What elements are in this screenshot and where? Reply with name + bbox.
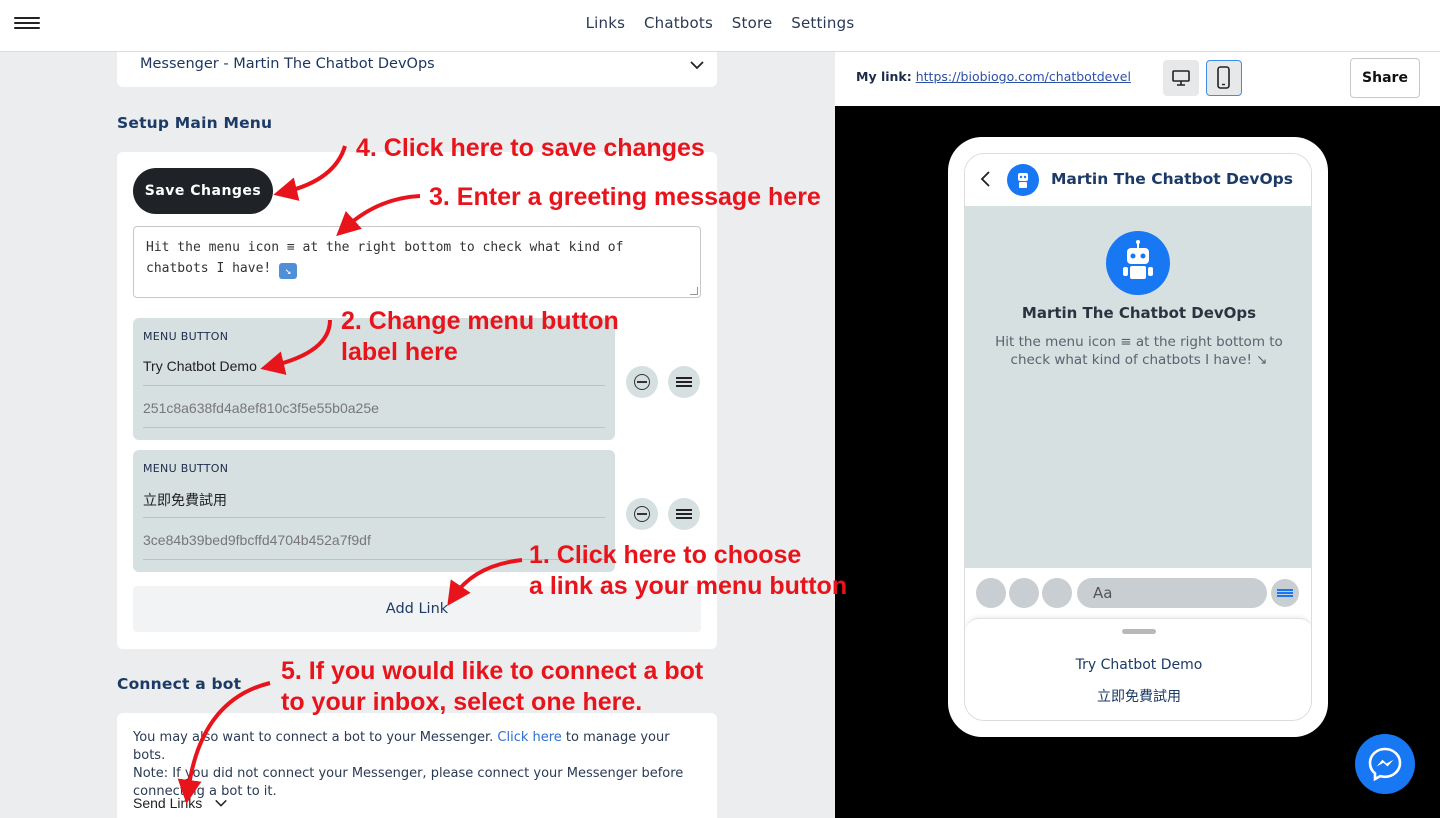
nav-links[interactable]: Links [586, 14, 626, 32]
annotation-step5: 5. If you would like to connect a bot to… [281, 656, 703, 718]
my-link-url[interactable]: https://biobiogo.com/chatbotdevel [916, 69, 1131, 84]
menu-button-id-input[interactable]: 251c8a638fd4a8ef810c3f5e55b0a25e [143, 400, 605, 428]
greeting-text: Hit the menu icon ≡ at the right bottom … [146, 240, 624, 276]
bot-select[interactable]: Send Links [133, 795, 228, 811]
composer-action-icon[interactable] [1042, 578, 1072, 608]
messenger-preview: Martin The Chatbot DevOps Martin The Cha… [964, 153, 1312, 721]
annotation-step5-line2: to your inbox, select one here. [281, 688, 643, 716]
manage-bots-link[interactable]: Click here [497, 730, 561, 745]
annotation-step3: 3. Enter a greeting message here [429, 183, 821, 211]
messenger-chat-button[interactable] [1355, 734, 1415, 794]
annotation-step1: 1. Click here to choose a link as your m… [529, 540, 847, 602]
my-link-label: My link: [856, 69, 912, 84]
preview-area: Martin The Chatbot DevOps Martin The Cha… [835, 106, 1440, 818]
annotation-step2: 2. Change menu button label here [341, 306, 619, 368]
menu-button-label: MENU BUTTON [143, 462, 229, 475]
message-input[interactable]: Aa [1077, 578, 1267, 608]
connect-bot-title: Connect a bot [117, 675, 242, 693]
menu-drawer: Try Chatbot Demo 立即免費試用 [965, 618, 1311, 720]
connect-bot-card: You may also want to connect a bot to yo… [117, 713, 717, 818]
annotation-step1-line1: 1. Click here to choose [529, 541, 802, 569]
chat-body: Martin The Chatbot DevOps Hit the menu i… [965, 206, 1311, 568]
chevron-down-icon [215, 799, 227, 807]
connect-bot-description: You may also want to connect a bot to yo… [133, 729, 703, 801]
drawer-item[interactable]: 立即免費試用 [965, 686, 1311, 706]
nav-store[interactable]: Store [732, 14, 773, 32]
drag-handle-icon[interactable] [668, 366, 700, 398]
phone-frame: Martin The Chatbot DevOps Martin The Cha… [948, 137, 1328, 737]
bot-name: Martin The Chatbot DevOps [1021, 304, 1257, 322]
chat-header: Martin The Chatbot DevOps [965, 154, 1311, 206]
messenger-icon [1368, 747, 1402, 782]
remove-button-icon[interactable] [626, 498, 658, 530]
nav-chatbots[interactable]: Chatbots [644, 14, 713, 32]
bot-avatar [1007, 164, 1039, 196]
bot-select-value: Send Links [133, 795, 203, 811]
preview-header: My link: https://biobiogo.com/chatbotdeve… [835, 52, 1440, 106]
chat-title: Martin The Chatbot DevOps [1051, 170, 1294, 188]
drawer-item[interactable]: Try Chatbot Demo [965, 657, 1311, 673]
persistent-menu-icon[interactable] [1271, 579, 1299, 607]
nav-settings[interactable]: Settings [791, 14, 854, 32]
desktop-icon [1172, 70, 1190, 86]
my-link: My link: https://biobiogo.com/chatbotdeve… [856, 69, 1131, 84]
composer-action-icon[interactable] [1009, 578, 1039, 608]
composer-action-icon[interactable] [976, 578, 1006, 608]
mobile-view-button[interactable] [1206, 60, 1242, 96]
bot-greeting: Hit the menu icon ≡ at the right bottom … [995, 334, 1283, 368]
greeting-textarea[interactable]: Hit the menu icon ≡ at the right bottom … [133, 226, 701, 298]
robot-icon [1018, 173, 1028, 188]
share-button[interactable]: Share [1350, 58, 1420, 98]
annotation-step2-line1: 2. Change menu button [341, 307, 619, 335]
resize-grip-icon[interactable] [690, 287, 698, 295]
drawer-handle[interactable] [1122, 629, 1156, 634]
robot-icon [1123, 240, 1153, 279]
menu-button-label: MENU BUTTON [143, 330, 229, 343]
top-bar: Links Chatbots Store Settings [0, 0, 1440, 52]
arrow-down-right-icon: ↘ [279, 263, 298, 279]
main-nav: Links Chatbots Store Settings [0, 14, 1440, 32]
setup-main-menu-title: Setup Main Menu [117, 114, 273, 132]
back-icon[interactable] [979, 170, 991, 188]
annotation-step1-line2: a link as your menu button [529, 572, 848, 600]
save-changes-button[interactable]: Save Changes [133, 168, 273, 214]
messenger-select[interactable]: Messenger - Martin The Chatbot DevOps [117, 52, 717, 87]
messenger-select-value: Messenger - Martin The Chatbot DevOps [140, 56, 435, 72]
menu-button-title-input[interactable]: 立即免費試用 [143, 490, 605, 518]
connect-text-before: You may also want to connect a bot to yo… [133, 730, 498, 745]
annotation-step5-line1: 5. If you would like to connect a bot [281, 657, 704, 685]
drag-handle-icon[interactable] [668, 498, 700, 530]
mobile-icon [1217, 66, 1230, 89]
annotation-step2-line2: label here [341, 338, 458, 366]
chevron-down-icon [690, 61, 704, 70]
bot-avatar-large [1106, 231, 1170, 295]
remove-button-icon[interactable] [626, 366, 658, 398]
chat-composer: Aa [965, 568, 1311, 618]
annotation-step4: 4. Click here to save changes [356, 134, 705, 162]
desktop-view-button[interactable] [1163, 60, 1199, 96]
